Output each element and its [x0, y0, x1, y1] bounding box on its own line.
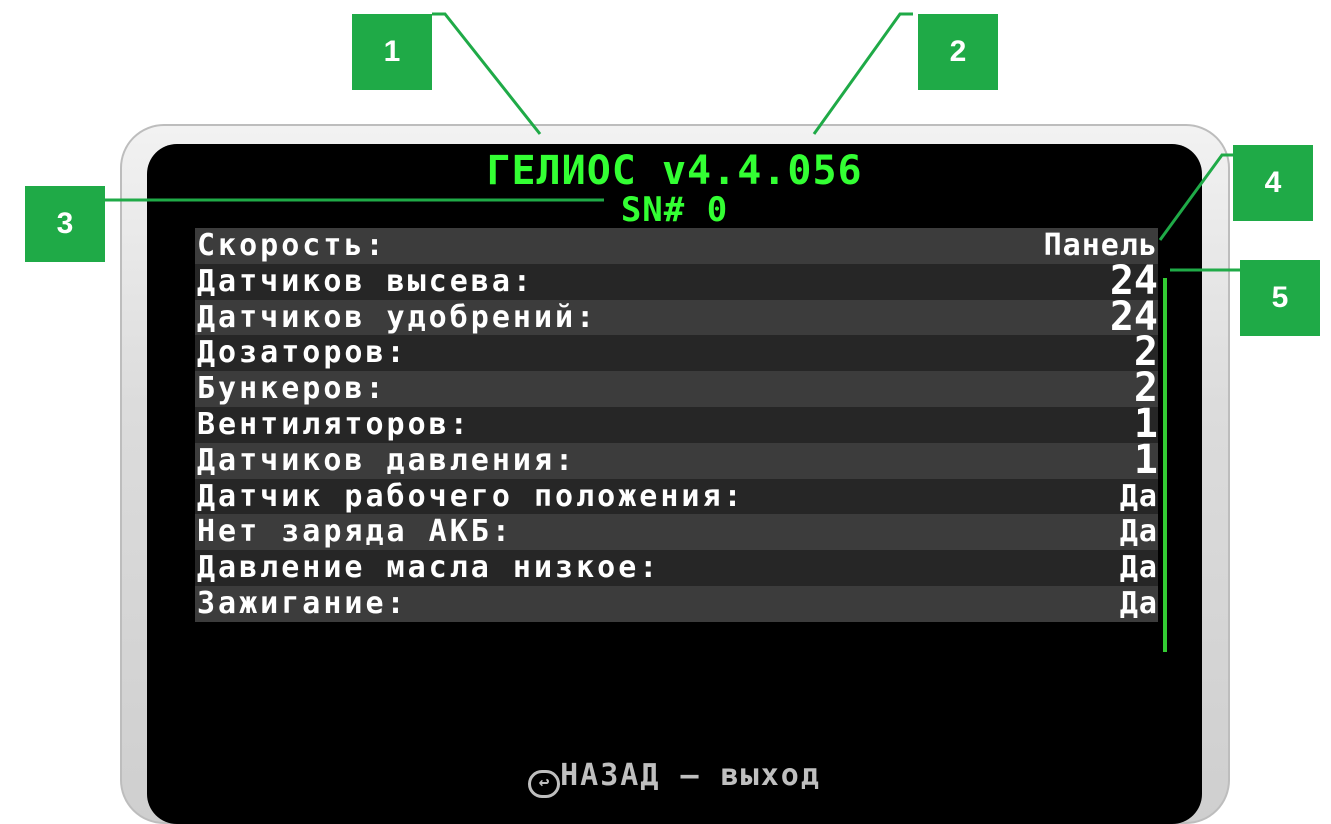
row-label: Бункеров: [197, 371, 387, 407]
callout-2: 2 [918, 14, 998, 90]
info-list: Скорость: Панель Датчиков высева: 24 Дат… [195, 228, 1158, 622]
row-label: Датчиков давления: [197, 442, 577, 478]
callout-5: 5 [1240, 260, 1320, 336]
row-label: Датчиков высева: [197, 263, 534, 299]
row-value: Да [1119, 478, 1158, 514]
list-item-hoppers: Бункеров: 2 [195, 368, 1158, 408]
list-item-pressure-sensors: Датчиков давления: 1 [195, 436, 1158, 483]
callout-4: 4 [1233, 145, 1313, 221]
serial-number: SN# 0 [620, 190, 729, 230]
row-label: Датчиков удобрений: [197, 299, 598, 335]
callout-3: 3 [25, 186, 105, 262]
list-item-seed-sensors: Датчиков высева: 24 [195, 261, 1158, 301]
row-label: Зажигание: [197, 585, 408, 621]
device-screen: ГЕЛИОС v4.4.056 SN# 0 Скорость: Панель Д… [147, 144, 1202, 824]
list-item-dispensers: Дозаторов: 2 [195, 333, 1158, 372]
row-label: Дозаторов: [197, 335, 408, 371]
row-value: Да [1119, 585, 1158, 621]
row-label: Скорость: [197, 228, 387, 263]
callout-1: 1 [352, 14, 432, 90]
list-item-fertilizer-sensors: Датчиков удобрений: 24 [195, 297, 1158, 336]
list-item-battery: Нет заряда АКБ: Да [195, 514, 1158, 551]
row-value: Да [1119, 550, 1158, 586]
row-value: Да [1119, 514, 1158, 550]
scrollbar[interactable] [1163, 278, 1167, 652]
row-label: Нет заряда АКБ: [197, 514, 513, 550]
list-item-fans: Вентиляторов: 1 [195, 404, 1158, 444]
row-value: 1 [1133, 436, 1158, 483]
footer-hint: ↩ НАЗАД — выход [147, 758, 1202, 798]
list-item-speed: Скорость: Панель [195, 228, 1158, 264]
list-item-work-position-sensor: Датчик рабочего положения: Да [195, 478, 1158, 515]
list-item-oil-pressure: Давление масла низкое: Да [195, 550, 1158, 586]
list-item-ignition: Зажигание: Да [195, 585, 1158, 622]
row-label: Датчик рабочего положения: [197, 478, 745, 514]
back-icon: ↩ [528, 770, 561, 798]
firmware-title: ГЕЛИОС v4.4.056 [486, 148, 863, 194]
row-label: Вентиляторов: [197, 406, 471, 442]
footer-text: НАЗАД — выход [560, 758, 821, 793]
row-label: Давление масла низкое: [197, 550, 661, 586]
